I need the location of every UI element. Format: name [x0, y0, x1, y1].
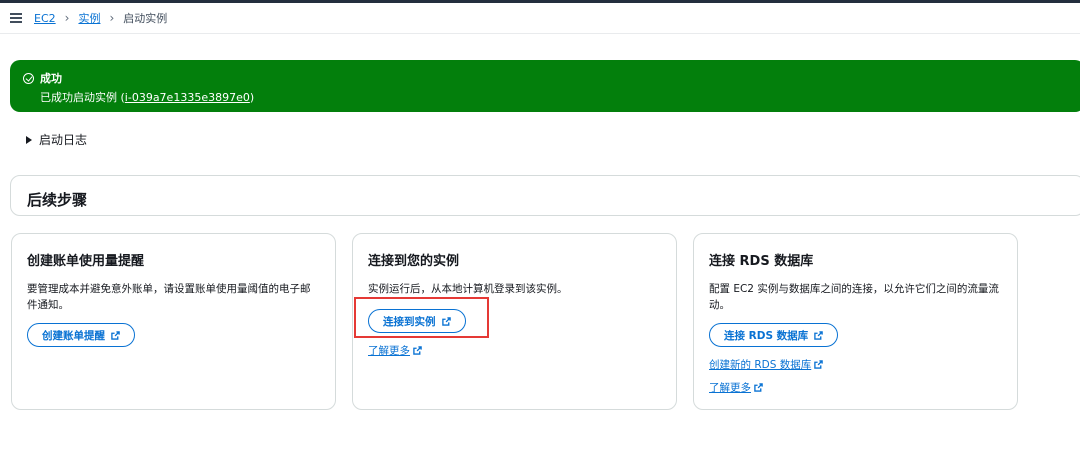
card-description: 要管理成本并避免意外账单，请设置账单使用量阈值的电子邮件通知。	[27, 283, 311, 311]
external-link-icon	[111, 330, 120, 340]
launch-log-label: 启动日志	[39, 133, 88, 147]
connect-rds-button[interactable]: 连接 RDS 数据库	[709, 323, 839, 347]
breadcrumb-current: 启动实例	[123, 12, 168, 25]
next-steps-header: 后续步骤	[10, 175, 1080, 216]
card-title: 连接到您的实例	[368, 254, 460, 269]
billing-alert-card: 创建账单使用量提醒 要管理成本并避免意外账单，请设置账单使用量阈值的电子邮件通知…	[11, 233, 336, 410]
flash-title: 成功	[40, 72, 62, 85]
external-link-icon	[814, 330, 823, 340]
create-rds-link[interactable]: 创建新的 RDS 数据库	[709, 357, 824, 372]
caret-right-icon	[26, 135, 32, 144]
chevron-right-icon: ›	[64, 11, 70, 25]
link-label: 了解更多	[709, 382, 751, 394]
learn-more-link[interactable]: 了解更多	[368, 343, 422, 358]
launch-log-toggle[interactable]: 启动日志	[26, 131, 87, 148]
connect-rds-card: 连接 RDS 数据库 配置 EC2 实例与数据库之间的连接，以允许它们之间的流量…	[693, 233, 1018, 410]
success-flash: 成功 已成功启动实例 (i-039a7e1335e3897e0)	[10, 60, 1080, 112]
create-billing-alert-button[interactable]: 创建账单提醒	[27, 323, 135, 347]
learn-more-link[interactable]: 了解更多	[709, 380, 763, 395]
highlight-box	[354, 297, 489, 338]
card-description: 实例运行后，从本地计算机登录到该实例。	[368, 283, 568, 295]
check-circle-icon	[23, 72, 34, 84]
breadcrumb-ec2[interactable]: EC2	[34, 12, 56, 25]
card-title: 连接 RDS 数据库	[709, 254, 814, 269]
button-label: 连接 RDS 数据库	[724, 329, 809, 342]
external-link-icon	[814, 360, 824, 369]
flash-body-prefix: 已成功启动实例 (	[40, 91, 125, 104]
button-label: 创建账单提醒	[42, 329, 105, 342]
breadcrumb: EC2 › 实例 › 启动实例	[0, 3, 1080, 34]
instance-id-link[interactable]: i-039a7e1335e3897e0	[125, 91, 250, 104]
flash-body-suffix: )	[249, 91, 255, 104]
menu-icon[interactable]	[10, 13, 22, 23]
flash-message: 已成功启动实例 (i-039a7e1335e3897e0)	[23, 89, 1080, 105]
breadcrumb-instances[interactable]: 实例	[78, 10, 100, 26]
external-link-icon	[413, 346, 422, 355]
chevron-right-icon: ›	[109, 11, 115, 25]
link-label: 了解更多	[368, 345, 410, 357]
card-title: 创建账单使用量提醒	[27, 254, 145, 269]
link-label: 创建新的 RDS 数据库	[709, 359, 812, 371]
next-steps-title: 后续步骤	[27, 191, 88, 209]
external-link-icon	[754, 383, 763, 392]
card-description: 配置 EC2 实例与数据库之间的连接，以允许它们之间的流量流动。	[709, 283, 999, 311]
